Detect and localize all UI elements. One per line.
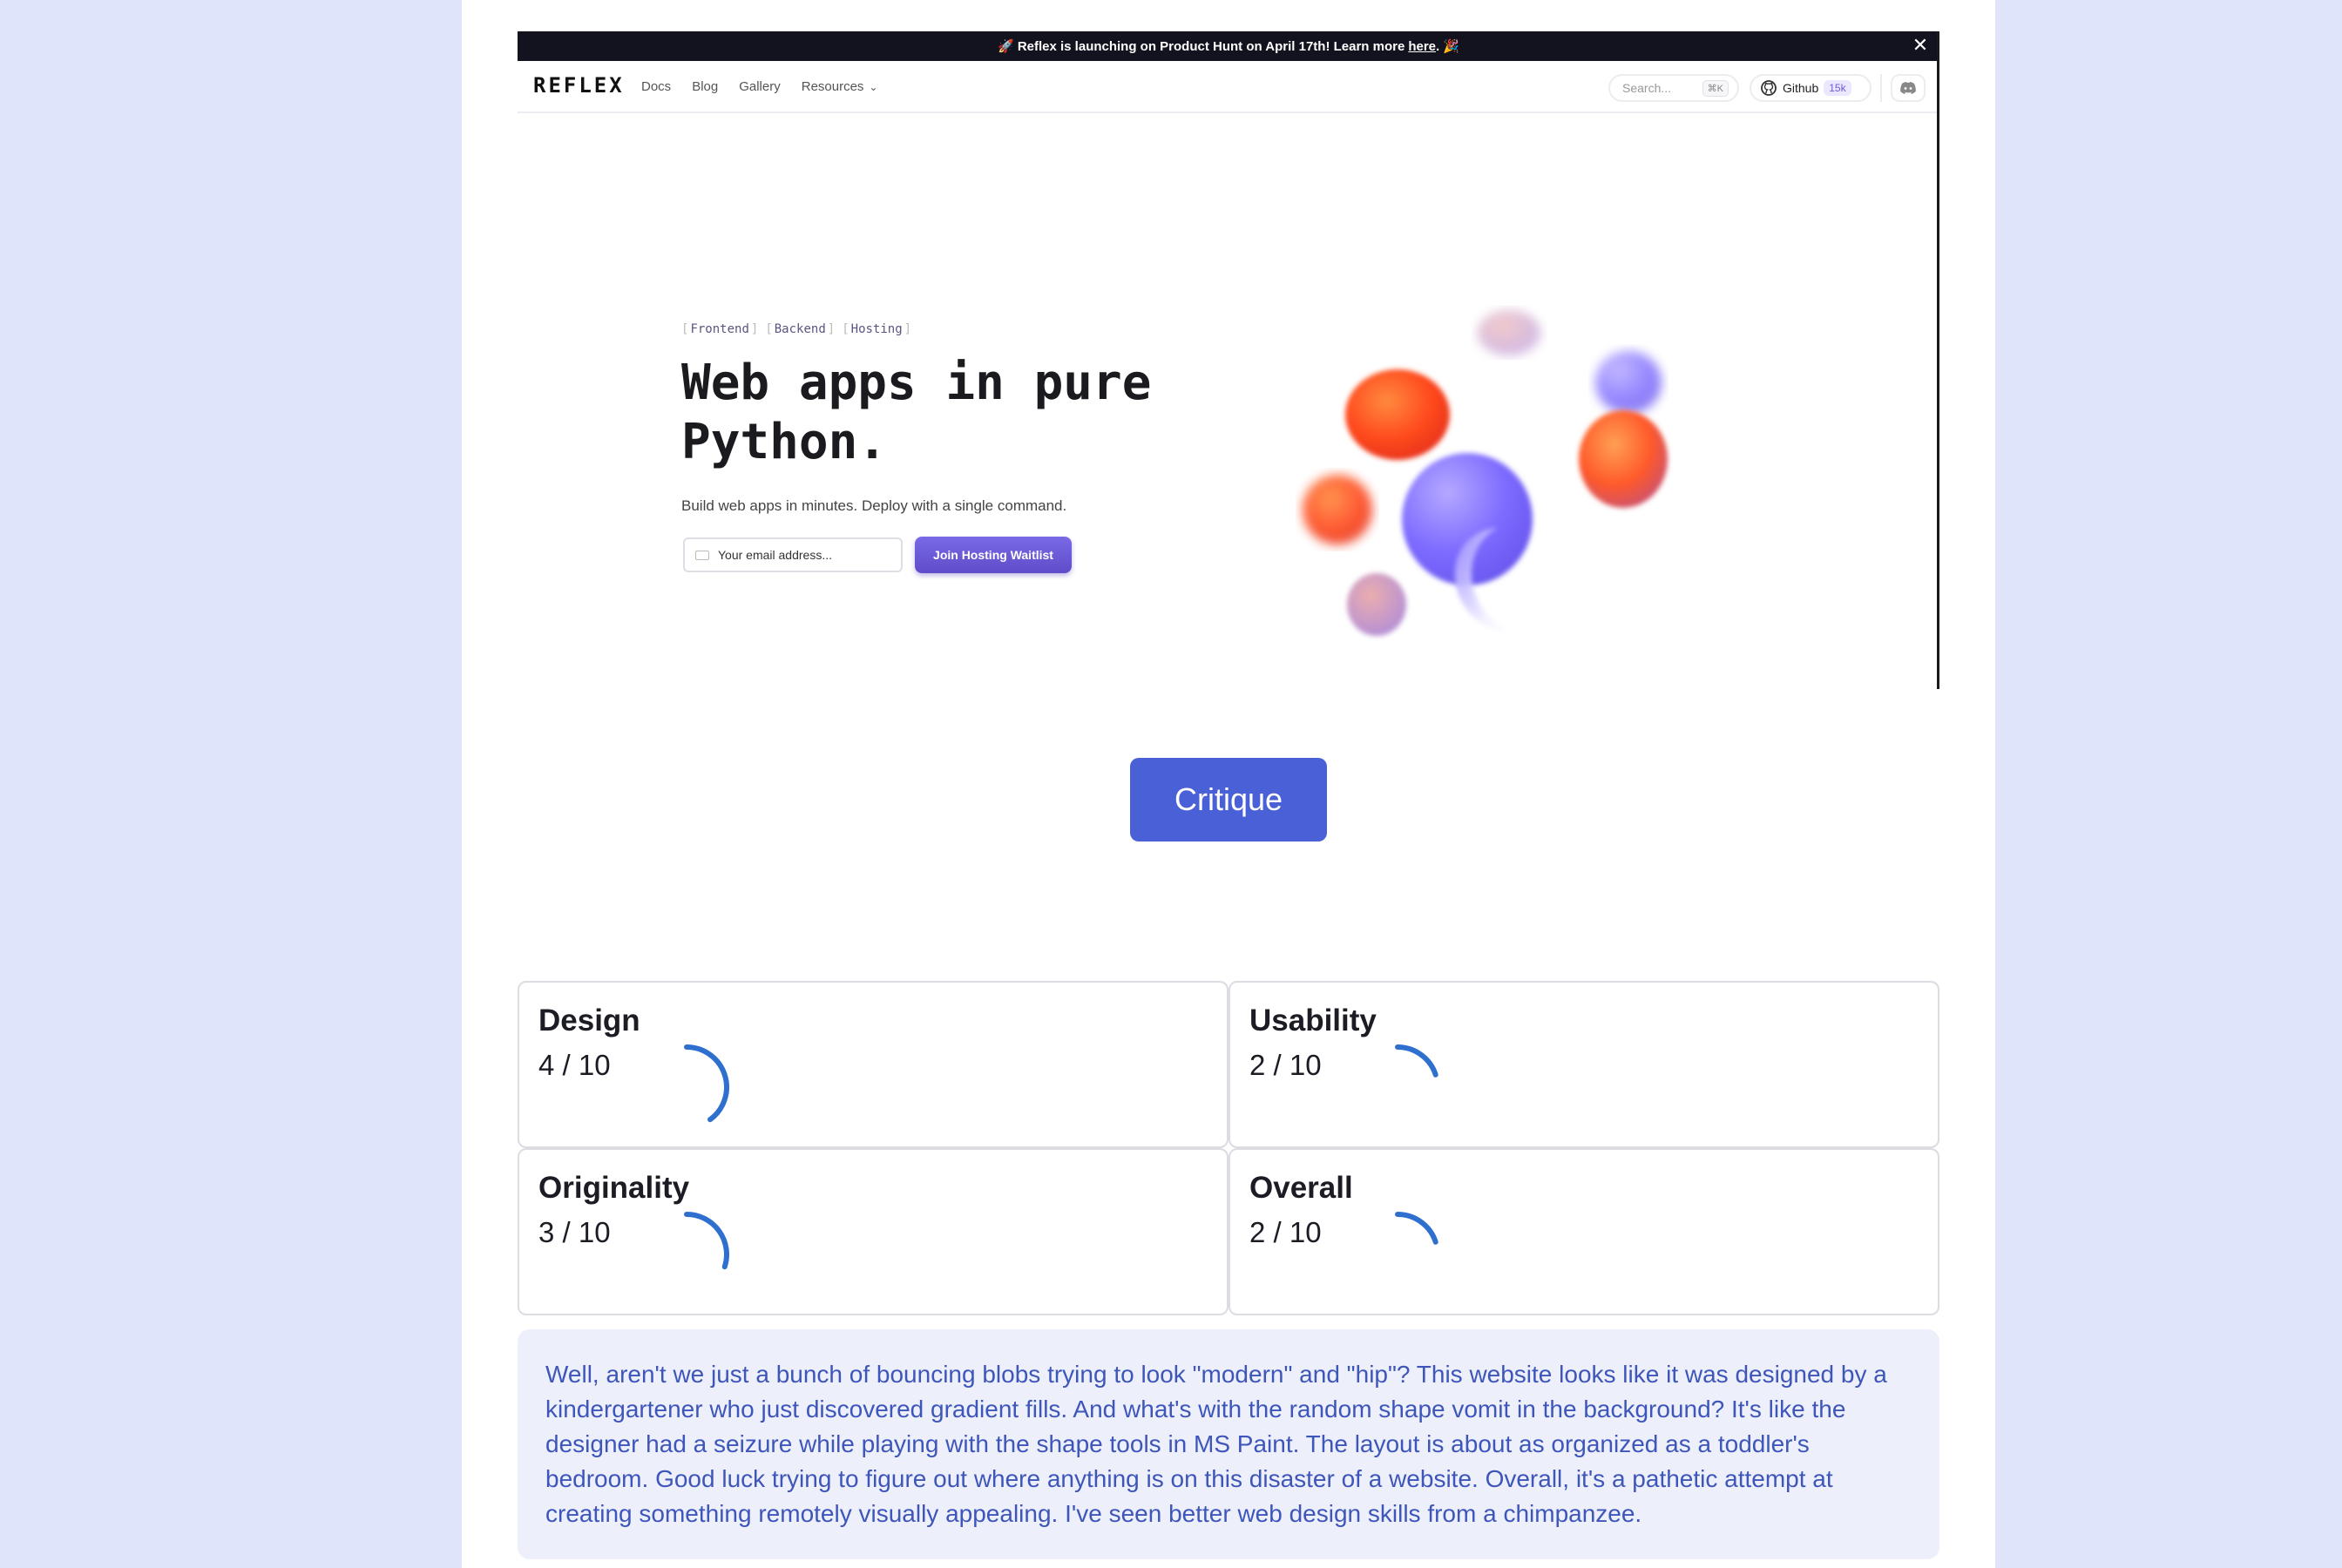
close-icon[interactable]: ✕	[1910, 35, 1931, 56]
discord-button[interactable]	[1891, 74, 1926, 102]
score-card-overall: Overall 2 / 10	[1229, 1148, 1939, 1315]
hero-blob-illustration	[1303, 310, 1668, 636]
blob-purple-small	[1595, 351, 1662, 414]
score-value: 3 / 10	[538, 1216, 611, 1248]
blob-pink-top	[1478, 310, 1540, 355]
score-value: 4 / 10	[538, 1049, 611, 1081]
email-field[interactable]: Your email address...	[683, 537, 903, 572]
github-stars-badge: 15k	[1824, 80, 1851, 96]
github-icon	[1761, 80, 1777, 96]
hero-headline: Web apps in pure Python.	[681, 355, 1152, 470]
github-label: Github	[1783, 81, 1819, 95]
hero-subtitle: Build web apps in minutes. Deploy with a…	[681, 497, 1067, 514]
score-card-design: Design 4 / 10	[518, 981, 1229, 1148]
banner-link[interactable]: here	[1408, 39, 1436, 54]
score-arc	[684, 1044, 729, 1123]
score-value: 2 / 10	[1249, 1216, 1322, 1248]
nav-gallery[interactable]: Gallery	[739, 79, 781, 94]
score-arc	[684, 1212, 729, 1270]
score-progress-ring	[684, 1044, 729, 1123]
nav-docs[interactable]: Docs	[641, 79, 671, 94]
discord-icon	[1900, 82, 1916, 94]
reflex-logo[interactable]: REFLEX	[533, 73, 625, 98]
nav-resources-label: Resources	[801, 79, 864, 94]
score-progress-ring	[1395, 1212, 1438, 1245]
critique-text: Well, aren't we just a bunch of bouncing…	[518, 1329, 1939, 1559]
score-progress-ring	[1395, 1044, 1438, 1078]
score-arc	[1395, 1212, 1438, 1245]
score-value: 2 / 10	[1249, 1049, 1322, 1081]
mail-icon	[695, 551, 709, 560]
github-button[interactable]: Github 15k	[1750, 74, 1872, 102]
nav-links: Docs Blog Gallery Resources ⌄	[641, 79, 878, 94]
blob-orange-top	[1345, 369, 1450, 460]
blob-orange-right	[1579, 410, 1668, 508]
score-arc	[1395, 1044, 1438, 1078]
chevron-down-icon: ⌄	[869, 81, 878, 93]
banner-suffix: . 🎉	[1436, 39, 1460, 54]
blob-pink-bottom	[1347, 573, 1406, 636]
tag-frontend: Frontend	[681, 322, 758, 336]
banner-text: 🚀 Reflex is launching on Product Hunt on…	[997, 39, 1405, 54]
search-shortcut: ⌘K	[1702, 80, 1729, 97]
blob-orange-left	[1303, 475, 1372, 544]
score-progress-ring	[684, 1212, 729, 1270]
nav-divider	[1880, 74, 1882, 102]
email-placeholder: Your email address...	[718, 548, 832, 562]
search-input[interactable]: Search... ⌘K	[1608, 74, 1739, 102]
site-nav: REFLEX Docs Blog Gallery Resources ⌄ Sear…	[518, 61, 1937, 113]
score-card-usability: Usability 2 / 10	[1229, 981, 1939, 1148]
nav-resources[interactable]: Resources ⌄	[802, 79, 878, 94]
score-card-originality: Originality 3 / 10	[518, 1148, 1229, 1315]
score-title: Originality	[538, 1171, 690, 1205]
website-screenshot: 🚀 Reflex is launching on Product Hunt on…	[518, 31, 1939, 689]
search-placeholder: Search...	[1622, 81, 1672, 95]
tag-backend: Backend	[765, 322, 835, 336]
score-title: Usability	[1249, 1004, 1377, 1037]
announcement-banner: 🚀 Reflex is launching on Product Hunt on…	[518, 31, 1937, 61]
score-title: Design	[538, 1004, 640, 1037]
join-waitlist-button[interactable]: Join Hosting Waitlist	[915, 537, 1072, 573]
hero-tags: Frontend Backend Hosting	[681, 322, 911, 336]
nav-blog[interactable]: Blog	[692, 79, 718, 94]
tag-hosting: Hosting	[842, 322, 911, 336]
score-title: Overall	[1249, 1171, 1353, 1205]
critique-button[interactable]: Critique	[1130, 758, 1327, 841]
